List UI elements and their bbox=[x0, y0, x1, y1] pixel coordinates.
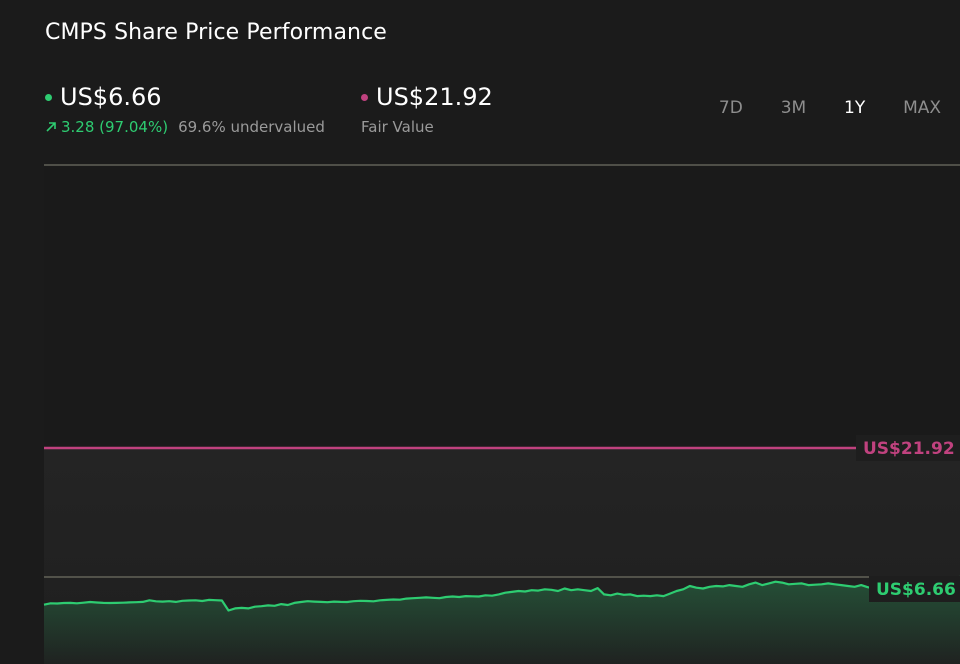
page-title: CMPS Share Price Performance bbox=[45, 20, 387, 45]
current-price: US$6.66 bbox=[45, 83, 325, 111]
period-3m[interactable]: 3M bbox=[781, 98, 806, 118]
fair-value-label-text: US$21.92 bbox=[863, 439, 955, 459]
fair-value-label: US$21.92 bbox=[856, 435, 960, 461]
fair-value-label: Fair Value bbox=[361, 118, 434, 136]
period-selector: 7D 3M 1Y MAX bbox=[700, 98, 960, 118]
price-change-row: 3.28 (97.04%) 69.6% undervalued bbox=[45, 118, 325, 136]
period-max[interactable]: MAX bbox=[903, 98, 941, 118]
fair-value-caption: Fair Value bbox=[361, 118, 493, 136]
current-price-label: US$6.66 bbox=[869, 576, 960, 602]
period-1y[interactable]: 1Y bbox=[844, 98, 865, 118]
fair-value-stat: US$21.92 Fair Value bbox=[361, 83, 493, 136]
price-dot-icon bbox=[45, 93, 52, 101]
valuation-text: 69.6% undervalued bbox=[178, 118, 325, 136]
arrow-up-right-icon bbox=[46, 122, 56, 132]
fair-value-dot-icon bbox=[361, 93, 368, 101]
price-change-value: 3.28 (97.04%) bbox=[61, 118, 169, 136]
current-price-label-text: US$6.66 bbox=[876, 580, 956, 600]
period-7d[interactable]: 7D bbox=[719, 98, 743, 118]
fair-value: US$21.92 bbox=[361, 83, 493, 111]
fair-value-value: US$21.92 bbox=[376, 83, 493, 111]
price-change: 3.28 (97.04%) bbox=[45, 118, 168, 136]
current-price-value: US$6.66 bbox=[60, 83, 162, 111]
current-price-stat: US$6.66 3.28 (97.04%) 69.6% undervalued bbox=[45, 83, 325, 136]
